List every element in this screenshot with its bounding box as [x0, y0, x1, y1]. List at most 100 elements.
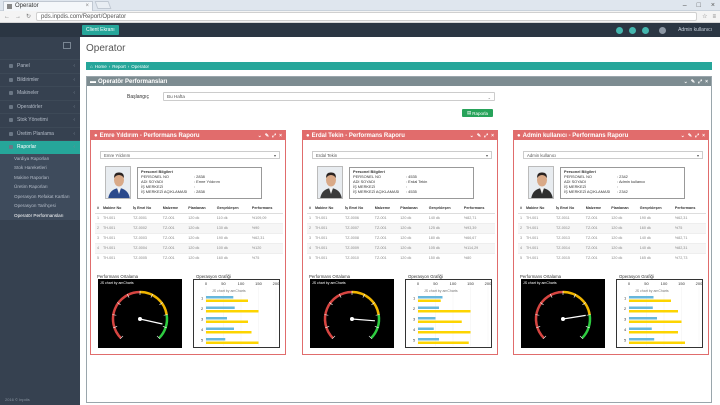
- bar-actual: [206, 331, 252, 334]
- report-button[interactable]: ▤ Raporla: [462, 109, 493, 117]
- portlet-icon: ▬: [90, 78, 96, 85]
- personnel-info: Personel Bilgileri PERSONEL NO: 2838 ADI S…: [137, 167, 262, 199]
- sidebar-subitem[interactable]: Operasyon Refakat Kartları: [0, 191, 80, 201]
- table-cell: 120 dk: [609, 242, 638, 253]
- bar-actual: [206, 341, 259, 344]
- config-icon[interactable]: ✎: [691, 79, 695, 85]
- remove-icon[interactable]: ×: [705, 79, 708, 85]
- sidebar-item[interactable]: Makineler ‹: [0, 86, 80, 100]
- menu-icon[interactable]: ≡: [712, 14, 716, 20]
- column-header[interactable]: Gerçekleşen: [214, 204, 250, 214]
- config-icon[interactable]: ✎: [265, 133, 269, 139]
- remove-icon[interactable]: ×: [279, 133, 282, 139]
- operator-select[interactable]: Emre Yıldırım ▾: [100, 151, 280, 159]
- tasks-icon[interactable]: [642, 26, 650, 34]
- avatar[interactable]: [659, 26, 667, 34]
- collapse-icon[interactable]: ⌄: [684, 79, 688, 85]
- gauge-band: [351, 290, 380, 316]
- period-select[interactable]: Bu Hafta ⌄: [163, 92, 495, 101]
- column-header[interactable]: Planlanan: [186, 204, 215, 214]
- user-name[interactable]: Admin kullanıcı: [678, 27, 712, 33]
- column-header[interactable]: Gerçekleşen: [637, 204, 673, 214]
- column-header[interactable]: Malzeme: [372, 204, 399, 214]
- star-icon[interactable]: ☆: [702, 13, 707, 20]
- sidebar-item[interactable]: Raporlar ‹: [0, 140, 80, 154]
- url-field[interactable]: pds.inpdis.com/Report/Operator: [36, 12, 698, 21]
- remove-icon[interactable]: ×: [491, 133, 494, 139]
- bar-tick-label: 200: [273, 281, 280, 286]
- column-header[interactable]: Planlanan: [398, 204, 427, 214]
- maximize-icon[interactable]: □: [697, 2, 701, 9]
- config-icon[interactable]: ✎: [477, 133, 481, 139]
- bar-planned: [206, 306, 235, 309]
- fullscreen-icon[interactable]: ⤢: [695, 133, 699, 139]
- table-cell: %93,39: [461, 222, 495, 233]
- card-title: Emre Yıldırım - Performans Raporu: [99, 132, 200, 139]
- column-header[interactable]: Gerçekleşen: [426, 204, 462, 214]
- client-screen-button[interactable]: Client Ekranı: [82, 25, 119, 35]
- column-header[interactable]: Makine No: [100, 204, 131, 214]
- column-header[interactable]: Performans: [461, 204, 495, 214]
- close-window-icon[interactable]: ×: [711, 2, 715, 9]
- config-icon[interactable]: ✎: [688, 133, 692, 139]
- column-header[interactable]: İş Emri No: [553, 204, 584, 214]
- column-header[interactable]: Malzeme: [583, 204, 610, 214]
- sidebar-item[interactable]: Bildirimler ‹: [0, 72, 80, 87]
- sidebar-subitem[interactable]: Operasyon Tarihçesi: [0, 201, 80, 211]
- sidebar-subitem[interactable]: Vardiya Raporları: [0, 153, 80, 163]
- sidebar-toggle-icon[interactable]: [63, 42, 71, 49]
- sidebar-item[interactable]: Stok Yönetimi ‹: [0, 113, 80, 127]
- collapse-icon[interactable]: ⌄: [470, 133, 474, 139]
- bar-planned: [418, 338, 439, 341]
- table-cell: %66,67: [461, 232, 495, 243]
- column-header[interactable]: İş Emri No: [130, 204, 161, 214]
- table-cell: %75: [672, 222, 706, 233]
- operator-select[interactable]: Admin kullanıcı ▾: [523, 151, 703, 159]
- column-header[interactable]: Planlanan: [609, 204, 638, 214]
- breadcrumb-operator[interactable]: Operator: [131, 64, 149, 69]
- gauge-band: [139, 290, 168, 316]
- bar-planned: [206, 338, 226, 341]
- sidebar-item-label: Makineler: [17, 90, 39, 97]
- browser-tab[interactable]: Operator ×: [3, 0, 93, 11]
- reload-icon[interactable]: ↻: [26, 13, 31, 20]
- fullscreen-icon[interactable]: ⤢: [272, 133, 276, 139]
- close-tab-icon[interactable]: ×: [85, 3, 89, 9]
- back-icon[interactable]: ←: [4, 14, 10, 20]
- column-header[interactable]: Malzeme: [160, 204, 187, 214]
- sidebar-item[interactable]: Panel ‹: [0, 59, 80, 73]
- collapse-icon[interactable]: ⌄: [258, 133, 262, 139]
- column-header[interactable]: Performans: [249, 204, 283, 214]
- table-cell: TZ-001: [160, 252, 187, 263]
- inbox-icon[interactable]: [629, 26, 637, 34]
- breadcrumb-home[interactable]: Home: [95, 64, 107, 69]
- sidebar-subitem[interactable]: Makine Raporları: [0, 172, 80, 182]
- sidebar-subitem[interactable]: Üretim Raporları: [0, 182, 80, 192]
- fullscreen-icon[interactable]: ⤢: [698, 79, 702, 85]
- forward-icon[interactable]: →: [15, 14, 21, 20]
- table-cell: 160 dk: [637, 222, 673, 233]
- sidebar-subitem[interactable]: Operatör Performansları: [0, 210, 80, 220]
- operator-select-value: Admin kullanıcı: [527, 152, 557, 158]
- column-header[interactable]: Makine No: [523, 204, 554, 214]
- sidebar-item[interactable]: Üretim Planlama ‹: [0, 126, 80, 141]
- column-header[interactable]: İş Emri No: [342, 204, 373, 214]
- notification-icon[interactable]: [616, 26, 624, 34]
- breadcrumb-report[interactable]: Report: [112, 64, 126, 69]
- sidebar-item[interactable]: Operatörler ‹: [0, 99, 80, 114]
- bar-credit: JS chart by amCharts: [212, 289, 246, 293]
- operator-select[interactable]: Erdal Tekin ▾: [312, 151, 492, 159]
- minimize-icon[interactable]: –: [683, 2, 687, 9]
- card-header: ● Erdal Tekin - Performans Raporu ⌄ ✎ ⤢ ×: [303, 131, 497, 140]
- column-header[interactable]: Performans: [672, 204, 706, 214]
- column-header[interactable]: Makine No: [312, 204, 343, 214]
- remove-icon[interactable]: ×: [702, 133, 705, 139]
- gauge-band: [534, 290, 564, 339]
- sidebar-item-label: Stok Yönetimi: [17, 117, 48, 124]
- fullscreen-icon[interactable]: ⤢: [484, 133, 488, 139]
- sidebar-subitem[interactable]: Stok Hareketleri: [0, 163, 80, 173]
- new-tab-button[interactable]: [94, 1, 112, 9]
- table-row: 3 TH-001 TZ-0008 TZ-001 120 dk 180 dk %66,67: [307, 232, 495, 243]
- bar-tick-label: 200: [696, 281, 703, 286]
- collapse-icon[interactable]: ⌄: [681, 133, 685, 139]
